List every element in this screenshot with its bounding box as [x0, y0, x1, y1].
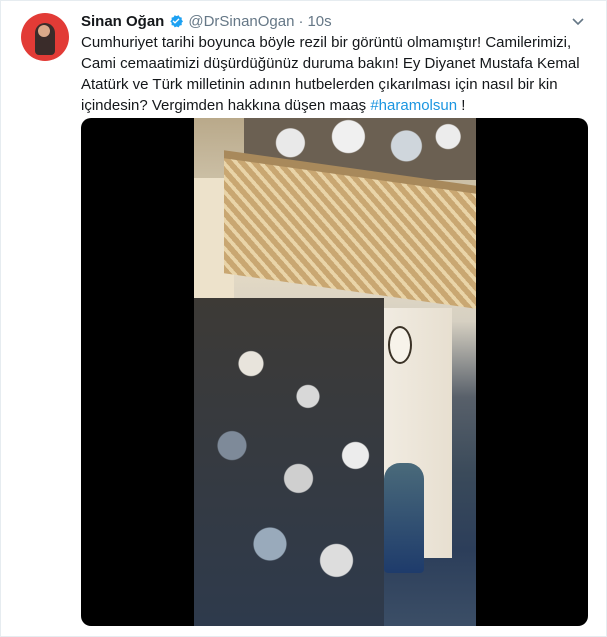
wall-clock — [388, 326, 412, 364]
tweet-text: Cumhuriyet tarihi boyunca böyle rezil bi… — [81, 32, 586, 116]
hashtag-link[interactable]: #haramolsun — [370, 97, 457, 114]
verified-badge-icon — [168, 13, 184, 29]
video-frame — [194, 118, 476, 626]
floor-crowd — [194, 298, 384, 626]
tweet-card[interactable]: Sinan Oğan @DrSinanOgan · 10s Cumhuriyet… — [0, 0, 607, 637]
tweet-text-end: ! — [457, 97, 466, 114]
avatar-face — [38, 25, 50, 37]
tweet-header: Sinan Oğan @DrSinanOgan · 10s — [81, 11, 586, 31]
tweet-timestamp[interactable]: 10s — [307, 13, 331, 30]
separator-dot: · — [298, 12, 304, 30]
foreground-person — [384, 463, 424, 573]
video-player[interactable] — [81, 118, 588, 626]
chevron-down-icon[interactable] — [570, 13, 586, 29]
avatar[interactable] — [21, 13, 69, 61]
tweet-text-body: Cumhuriyet tarihi boyunca böyle rezil bi… — [81, 34, 580, 114]
author-handle[interactable]: @DrSinanOgan — [188, 13, 294, 30]
author-name[interactable]: Sinan Oğan — [81, 13, 164, 30]
